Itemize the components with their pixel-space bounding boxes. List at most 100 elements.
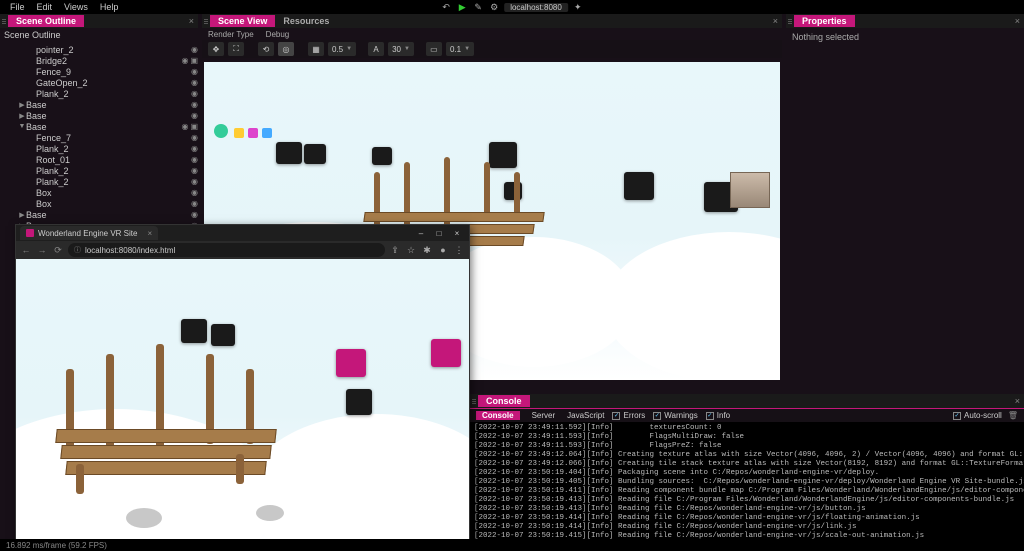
tree-row[interactable]: Fence_9◉ — [0, 66, 198, 77]
menu-views[interactable]: Views — [58, 2, 94, 12]
tree-row[interactable]: Fence_7◉ — [0, 132, 198, 143]
orbit-tool-icon[interactable]: ◎ — [278, 42, 294, 56]
cube-icon: ◉ — [191, 133, 198, 142]
tab-scene-view[interactable]: Scene View — [210, 15, 275, 27]
menu-file[interactable]: File — [4, 2, 31, 12]
forward-icon[interactable]: → — [36, 245, 48, 255]
cube-icon: ◉ — [181, 122, 188, 131]
extensions-icon[interactable]: ✱ — [421, 245, 433, 256]
scale-snap-icon[interactable]: ▭ — [426, 42, 442, 56]
tree-row[interactable]: Plank_2◉ — [0, 88, 198, 99]
subtab-javascript[interactable]: JavaScript — [567, 411, 604, 420]
cube-icon: ◉ — [191, 177, 198, 186]
tree-row[interactable]: Box◉ — [0, 198, 198, 209]
scale-snap-value[interactable]: 0.1▼ — [446, 42, 474, 56]
cube-icon: ◉ — [191, 166, 198, 175]
tab-scene-outline[interactable]: Scene Outline — [8, 15, 84, 27]
browser-addressbar: ← → ⟳ ⓘ localhost:8080/index.html ⇪ ☆ ✱ … — [16, 241, 469, 259]
subtab-debug[interactable]: Debug — [266, 30, 290, 39]
properties-body: Nothing selected — [786, 28, 1024, 46]
tree-row[interactable]: ▶Base◉ — [0, 99, 198, 110]
cube-icon: ◉ — [191, 144, 198, 153]
console-filters: Console Server JavaScript ✓Errors ✓Warni… — [470, 408, 1024, 422]
scene-toolbar: ✥ ⛶ ⟲ ◎ ▦ 0.5▼ A 30▼ ▭ 0.1▼ — [202, 40, 782, 58]
tree-row[interactable]: ▶Base◉ — [0, 209, 198, 220]
cube-icon: ◉ — [191, 210, 198, 219]
tab-resources[interactable]: Resources — [275, 15, 337, 27]
tab-properties[interactable]: Properties — [794, 15, 855, 27]
close-icon[interactable]: × — [769, 16, 782, 26]
close-icon[interactable]: × — [1011, 396, 1024, 406]
minimize-icon[interactable]: – — [413, 227, 429, 239]
tree-row[interactable]: ▼Base◉▣ — [0, 121, 198, 132]
cube-icon: ◉ — [191, 89, 198, 98]
maximize-icon[interactable]: □ — [431, 227, 447, 239]
tree-row[interactable]: pointer_2◉ — [0, 44, 198, 55]
url-input[interactable]: ⓘ localhost:8080/index.html — [68, 243, 385, 257]
filter-info[interactable]: ✓Info — [706, 411, 730, 420]
pos-icon: ▣ — [190, 122, 198, 131]
outline-tree[interactable]: pointer_2◉Bridge2◉▣Fence_9◉GateOpen_2◉Pl… — [0, 42, 198, 233]
tree-row[interactable]: ▶Base◉ — [0, 110, 198, 121]
rotate-tool-icon[interactable]: ⟲ — [258, 42, 274, 56]
profile-icon[interactable]: ● — [437, 245, 449, 255]
host-label: localhost:8080 — [504, 3, 568, 12]
tree-row[interactable]: Plank_2◉ — [0, 143, 198, 154]
browser-viewport[interactable] — [16, 259, 469, 543]
cube-icon: ◉ — [191, 67, 198, 76]
menu-edit[interactable]: Edit — [31, 2, 59, 12]
expand-tool-icon[interactable]: ⛶ — [228, 42, 244, 56]
browser-window: Wonderland Engine VR Site × – □ × ← → ⟳ … — [15, 224, 470, 542]
tab-close-icon[interactable]: × — [147, 229, 152, 238]
window-close-icon[interactable]: × — [449, 227, 465, 239]
filter-errors[interactable]: ✓Errors — [612, 411, 645, 420]
browser-titlebar[interactable]: Wonderland Engine VR Site × – □ × — [16, 225, 469, 241]
star-icon[interactable]: ☆ — [405, 245, 417, 256]
cube-icon: ◉ — [191, 78, 198, 87]
cube-icon: ◉ — [191, 111, 198, 120]
move-tool-icon[interactable]: ✥ — [208, 42, 224, 56]
tab-console[interactable]: Console — [478, 395, 530, 407]
outline-title: Scene Outline — [0, 28, 198, 42]
play-icon[interactable]: ▶ — [456, 1, 468, 13]
back-icon[interactable]: ← — [20, 245, 32, 255]
trash-icon[interactable]: 🗑 — [1008, 411, 1018, 420]
grid-icon[interactable]: ▦ — [308, 42, 324, 56]
tree-row[interactable]: Plank_2◉ — [0, 165, 198, 176]
cube-icon: ◉ — [191, 199, 198, 208]
center-toolbar: ↶ ▶ ✎ ⚙ localhost:8080 ✦ — [440, 1, 584, 13]
filter-warnings[interactable]: ✓Warnings — [653, 411, 698, 420]
menu-help[interactable]: Help — [94, 2, 125, 12]
move-snap-value[interactable]: 0.5▼ — [328, 42, 356, 56]
undo-icon[interactable]: ↶ — [440, 1, 452, 13]
menu-icon[interactable]: ⋮ — [453, 245, 465, 256]
tree-row[interactable]: Bridge2◉▣ — [0, 55, 198, 66]
reload-icon[interactable]: ⟳ — [52, 245, 64, 256]
cube-icon: ◉ — [191, 45, 198, 54]
globe-icon[interactable]: ⚙ — [488, 1, 500, 13]
browser-tab-title: Wonderland Engine VR Site — [38, 229, 137, 238]
toggle-autoscroll[interactable]: ✓Auto-scroll — [953, 411, 1002, 420]
edit-icon[interactable]: ✎ — [472, 1, 484, 13]
tree-row[interactable]: Plank_2◉ — [0, 176, 198, 187]
share-icon[interactable]: ⇪ — [389, 245, 401, 256]
close-icon[interactable]: × — [185, 16, 198, 26]
tree-row[interactable]: Root_01◉ — [0, 154, 198, 165]
subtab-rendertype[interactable]: Render Type — [208, 30, 254, 39]
menubar: File Edit Views Help ↶ ▶ ✎ ⚙ localhost:8… — [0, 0, 1024, 14]
browser-tab[interactable]: Wonderland Engine VR Site × — [20, 226, 158, 240]
subtab-server[interactable]: Server — [532, 411, 556, 420]
fps-label: 16.892 ms/frame (59.2 FPS) — [6, 541, 107, 550]
console-log[interactable]: [2022-10-07 23:49:11.592][Info] textures… — [470, 422, 1024, 551]
close-icon[interactable]: × — [1011, 16, 1024, 26]
tree-row[interactable]: Box◉ — [0, 187, 198, 198]
properties-panel: Properties × Nothing selected — [786, 14, 1024, 394]
tree-row[interactable]: GateOpen_2◉ — [0, 77, 198, 88]
rotate-snap-icon[interactable]: A — [368, 42, 384, 56]
subtab-console[interactable]: Console — [476, 411, 520, 420]
scene-subtabs: Render Type Debug — [202, 28, 782, 40]
pos-icon: ▣ — [190, 56, 198, 65]
rotate-snap-value[interactable]: 30▼ — [388, 42, 414, 56]
settings-icon[interactable]: ✦ — [572, 1, 584, 13]
console-panel: Console × Console Server JavaScript ✓Err… — [470, 394, 1024, 542]
